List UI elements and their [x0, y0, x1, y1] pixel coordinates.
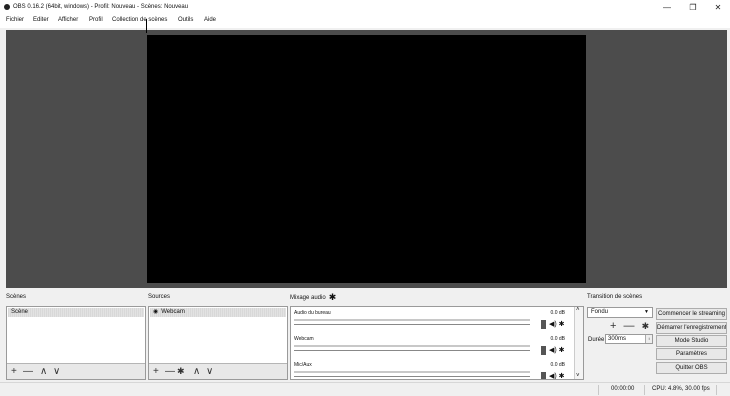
- start-recording-button[interactable]: Démarrer l'enregistrement: [656, 322, 727, 334]
- mixer-channel-db: 0.0 dB: [550, 336, 565, 342]
- remove-scene-button[interactable]: —: [23, 366, 33, 377]
- scenes-toolbar: + — ∧ ∨: [7, 363, 145, 379]
- minimize-button[interactable]: —: [657, 2, 677, 13]
- duration-input[interactable]: 300ms ↕: [605, 334, 653, 344]
- transition-select[interactable]: Fondu ▼: [587, 307, 653, 318]
- move-scene-down-button[interactable]: ∨: [53, 366, 60, 377]
- menu-bar: Fichier Editer Afficher Profil Collectio…: [0, 14, 730, 28]
- volume-slider-handle[interactable]: [541, 346, 546, 355]
- obs-logo-icon: [4, 4, 10, 10]
- speaker-icon[interactable]: ◀): [549, 373, 557, 379]
- mixer-dock-title: Mixage audio ✱: [290, 293, 337, 302]
- menu-help[interactable]: Aide: [204, 17, 216, 23]
- status-bar: 00:00:00 CPU: 4.8%, 30.00 fps: [0, 382, 730, 396]
- scenes-panel: Scène + — ∧ ∨: [6, 306, 146, 380]
- volume-slider[interactable]: [294, 350, 530, 351]
- duration-spinner-icon[interactable]: ↕: [645, 335, 652, 343]
- transition-gear-icon[interactable]: ✱: [642, 321, 650, 331]
- transitions-dock-title: Transition de scènes: [587, 294, 643, 300]
- mixer-channel-db: 0.0 dB: [550, 310, 565, 316]
- sources-panel: ◉ Webcam + — ✱ ∧ ∨: [148, 306, 288, 380]
- chevron-down-icon: ▼: [644, 309, 649, 315]
- mixer-channel-name: Audio du bureau: [294, 310, 331, 316]
- source-name: Webcam: [161, 309, 185, 315]
- mixer-channel-db: 0.0 dB: [550, 362, 565, 368]
- volume-meter: [294, 319, 530, 321]
- mixer-channel-name: Mic/Aux: [294, 362, 312, 368]
- volume-meter: [294, 371, 530, 373]
- settings-button[interactable]: Paramètres: [656, 348, 727, 360]
- move-scene-up-button[interactable]: ∧: [40, 366, 47, 377]
- mixer-channel-name: Webcam: [294, 336, 314, 342]
- add-source-button[interactable]: +: [153, 366, 159, 377]
- menu-tools[interactable]: Outils: [178, 17, 193, 23]
- status-separator: [598, 385, 599, 395]
- volume-slider[interactable]: [294, 324, 530, 325]
- maximize-button[interactable]: ❐: [683, 2, 703, 13]
- channel-gear-icon[interactable]: ✱: [559, 347, 565, 354]
- remove-transition-button[interactable]: —: [624, 320, 635, 332]
- mixer-dock-label: Mixage audio: [290, 295, 326, 301]
- duration-value: 300ms: [608, 336, 627, 342]
- source-properties-gear-icon[interactable]: ✱: [177, 366, 185, 377]
- volume-slider-handle[interactable]: [541, 320, 546, 329]
- menu-file[interactable]: Fichier: [6, 17, 24, 23]
- transition-toolbar: + — ✱: [610, 320, 649, 332]
- status-separator: [644, 385, 645, 395]
- cpu-fps-status: CPU: 4.8%, 30.00 fps: [652, 386, 710, 392]
- volume-slider[interactable]: [294, 376, 530, 377]
- volume-slider-handle[interactable]: [541, 372, 546, 379]
- sources-dock-title: Sources: [148, 294, 171, 300]
- source-list-item[interactable]: ◉ Webcam: [150, 308, 286, 317]
- status-separator: [716, 385, 717, 395]
- speaker-icon[interactable]: ◀): [549, 321, 557, 328]
- title-bar: OBS 0.16.2 (64bit, windows) - Profil: No…: [0, 0, 730, 14]
- remove-source-button[interactable]: —: [165, 366, 175, 377]
- scroll-up-icon[interactable]: ˄: [576, 307, 580, 313]
- exit-button[interactable]: Quitter OBS: [656, 362, 727, 374]
- start-streaming-button[interactable]: Commencer le streaming: [656, 308, 727, 320]
- audio-mixer-panel: Audio du bureau 0.0 dB ◀) ✱ Webcam 0.0 d…: [290, 306, 584, 380]
- eye-icon[interactable]: ◉: [153, 309, 158, 315]
- move-source-up-button[interactable]: ∧: [193, 366, 200, 377]
- channel-gear-icon[interactable]: ✱: [559, 373, 565, 379]
- menu-edit[interactable]: Editer: [33, 17, 49, 23]
- menu-scene-collection[interactable]: Collection de scènes: [112, 17, 167, 23]
- sources-toolbar: + — ✱ ∧ ∨: [149, 363, 287, 379]
- volume-meter: [294, 345, 530, 347]
- menu-profile[interactable]: Profil: [89, 17, 103, 23]
- text-cursor: [146, 19, 147, 33]
- move-source-down-button[interactable]: ∨: [206, 366, 213, 377]
- window-title: OBS 0.16.2 (64bit, windows) - Profil: No…: [13, 4, 189, 10]
- preview-area[interactable]: [6, 30, 727, 288]
- mixer-settings-icon[interactable]: ✱: [329, 293, 337, 302]
- scene-list-item[interactable]: Scène: [8, 308, 144, 317]
- preview-canvas[interactable]: [147, 35, 586, 283]
- channel-gear-icon[interactable]: ✱: [559, 321, 565, 328]
- mixer-scrollbar[interactable]: ˄ ˅: [574, 307, 583, 379]
- scenes-dock-title: Scènes: [6, 294, 27, 300]
- transition-selected-value: Fondu: [591, 309, 609, 315]
- add-scene-button[interactable]: +: [11, 366, 17, 377]
- scroll-down-icon[interactable]: ˅: [576, 373, 580, 379]
- menu-view[interactable]: Afficher: [58, 17, 78, 23]
- speaker-icon[interactable]: ◀): [549, 347, 557, 354]
- add-transition-button[interactable]: +: [610, 320, 616, 332]
- close-button[interactable]: ✕: [708, 2, 728, 13]
- recording-time: 00:00:00: [611, 386, 635, 392]
- studio-mode-button[interactable]: Mode Studio: [656, 335, 727, 347]
- duration-label: Durée: [588, 337, 605, 343]
